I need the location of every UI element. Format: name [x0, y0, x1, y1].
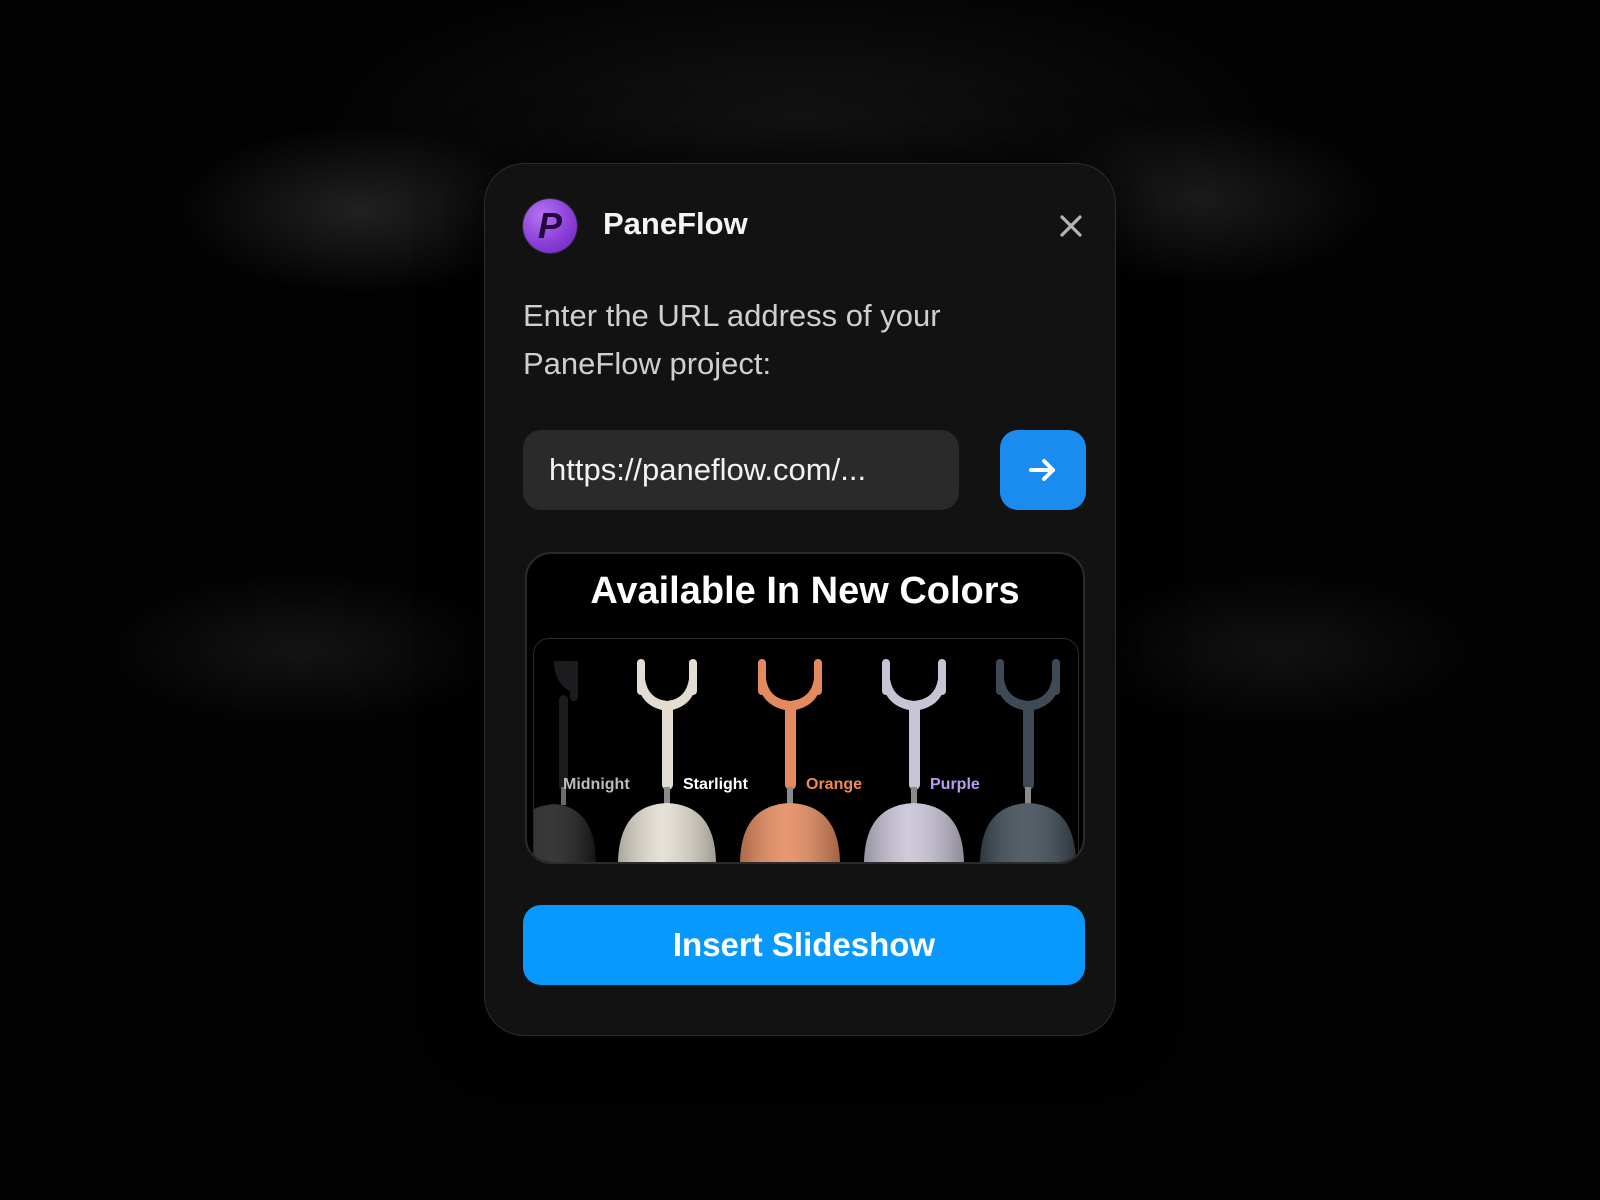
logo-letter: P: [537, 205, 562, 246]
headphone-orange: [740, 659, 840, 862]
insert-slideshow-button[interactable]: Insert Slideshow: [523, 905, 1085, 985]
headphone-blue: [980, 659, 1076, 862]
arrow-right-icon: [1029, 459, 1055, 481]
paneflow-logo-icon: P: [523, 199, 577, 253]
paneflow-dialog: P PaneFlow Enter the URL address of your…: [484, 163, 1116, 1036]
color-label-midnight: Midnight: [563, 776, 630, 793]
url-prompt-text: Enter the URL address of your PaneFlow p…: [523, 298, 941, 381]
headphone-starlight: [618, 659, 716, 862]
color-label-starlight: Starlight: [683, 776, 749, 793]
headphone-purple: [864, 659, 964, 862]
preview-title: Available In New Colors: [590, 570, 1020, 612]
product-colors-image: Midnight Starlight Orange Purple: [533, 638, 1079, 862]
close-icon: [1060, 215, 1082, 237]
headphone-midnight: [534, 661, 596, 862]
color-label-purple: Purple: [930, 776, 980, 793]
color-label-orange: Orange: [806, 776, 862, 793]
app-title: PaneFlow: [603, 206, 748, 241]
headphones-illustration: Midnight Starlight Orange Purple: [534, 659, 1076, 862]
project-url-input[interactable]: [523, 430, 959, 510]
slideshow-preview: Available In New Colors Midnight Starlig…: [525, 552, 1085, 864]
submit-url-button[interactable]: [1000, 430, 1086, 510]
close-button[interactable]: [1055, 210, 1087, 242]
